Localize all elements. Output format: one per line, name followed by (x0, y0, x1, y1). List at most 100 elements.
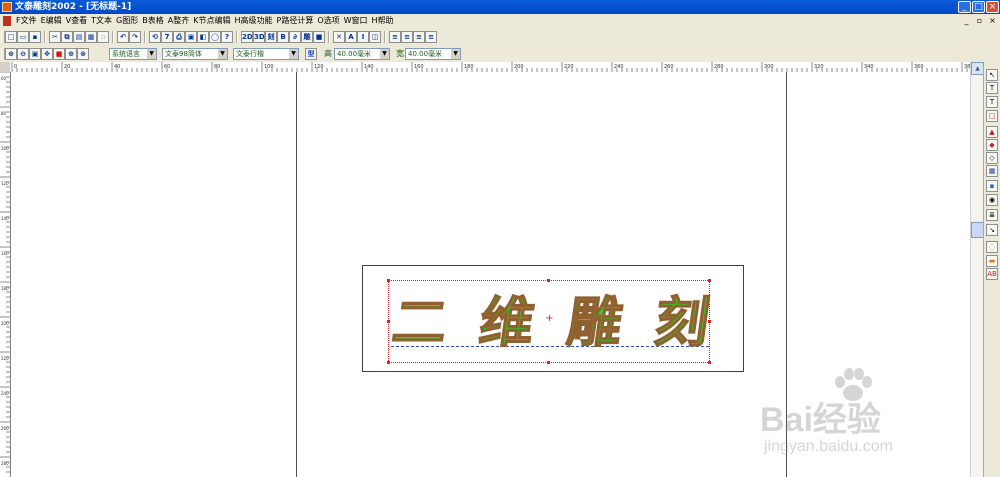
three-d-icon[interactable]: 3D (253, 31, 265, 43)
vertical-ruler[interactable]: 60 80 100 120 140 160 180 200 220 240 260 280 (0, 72, 11, 477)
text-tool-icon[interactable]: T (986, 82, 998, 94)
frame-icon[interactable]: ◫ (369, 31, 381, 43)
justify-icon[interactable]: ≡ (425, 31, 437, 43)
selection-handle[interactable] (387, 279, 390, 282)
selection-handle[interactable] (708, 279, 711, 282)
text-a-icon[interactable]: A (345, 31, 357, 43)
menu-item[interactable]: T文本 (89, 14, 114, 28)
rotate-icon[interactable]: ⟲ (149, 31, 161, 43)
menu-item[interactable]: E编辑 (39, 14, 64, 28)
menu-item[interactable]: P路径计算 (275, 14, 316, 28)
undo-icon[interactable]: ↶ (117, 31, 129, 43)
minimize-button[interactable]: _ (958, 1, 971, 13)
align-right-icon[interactable]: ≡ (413, 31, 425, 43)
arrow-select-icon[interactable]: ↖ (986, 69, 998, 81)
font-select[interactable]: 文泰98简体 ▼ (162, 48, 228, 60)
node-tool-icon[interactable]: ↘ (986, 224, 998, 236)
zoom-out-icon[interactable]: ⊖ (17, 48, 29, 60)
carve-icon[interactable]: 雕 (301, 31, 313, 43)
selection-handle[interactable] (708, 361, 711, 364)
italic-icon[interactable]: I (357, 31, 369, 43)
menu-item[interactable]: K节点编辑 (191, 14, 232, 28)
menu-item[interactable]: W窗口 (342, 14, 370, 28)
cut-icon[interactable]: ✂ (49, 31, 61, 43)
redo-icon[interactable]: ↷ (129, 31, 141, 43)
selection-handle[interactable] (387, 320, 390, 323)
zoom-select-icon[interactable]: ⊕ (65, 48, 77, 60)
menu-item[interactable]: O选项 (315, 14, 341, 28)
paste-icon[interactable]: ▤ (73, 31, 85, 43)
vertical-scrollbar[interactable]: ▲ (970, 62, 984, 477)
chevron-down-icon[interactable]: ▼ (147, 49, 156, 59)
zoom-in-icon[interactable]: ⊕ (5, 48, 17, 60)
open-icon[interactable]: ▭ (17, 31, 29, 43)
shape-tool-icon[interactable]: ◇ (986, 152, 998, 164)
menu-item[interactable]: H高级功能 (232, 14, 274, 28)
width-input[interactable]: 40.00毫米 ▼ (405, 48, 461, 60)
zoom-page-icon[interactable]: ▣ (29, 48, 41, 60)
seven-icon[interactable]: 7 (161, 31, 173, 43)
engrave-icon[interactable]: 刻 (265, 31, 277, 43)
shapes-icon[interactable]: ■ (313, 31, 325, 43)
pan-icon[interactable]: ✥ (41, 48, 53, 60)
menu-item[interactable]: A整齐 (166, 14, 191, 28)
menu-item[interactable]: H帮助 (370, 14, 396, 28)
grid-icon[interactable]: ▦ (85, 31, 97, 43)
effects-icon[interactable]: ◉ (986, 194, 998, 206)
new-icon[interactable]: □ (5, 31, 17, 43)
vertical-text-icon[interactable]: T (986, 96, 998, 108)
rotation-center-mark[interactable]: + (545, 314, 554, 324)
bulb-icon[interactable]: ◯ (209, 31, 221, 43)
paint-fill-icon[interactable]: ▲ (986, 126, 998, 138)
language-select[interactable]: 系统语言 ▼ (109, 48, 157, 60)
menu-item[interactable]: G图形 (114, 14, 140, 28)
chevron-down-icon[interactable]: ▼ (451, 49, 460, 59)
rectangle-tool-icon[interactable]: □ (986, 110, 998, 122)
disabled-icon[interactable]: ▫ (97, 31, 109, 43)
height-input[interactable]: 40.00毫米 ▼ (334, 48, 390, 60)
mdi-close-button[interactable]: × (988, 16, 997, 26)
fill-color-icon[interactable]: ◆ (986, 139, 998, 151)
path-icon[interactable]: ∂ (289, 31, 301, 43)
align-center-icon[interactable]: ≡ (401, 31, 413, 43)
selection-handle[interactable] (547, 279, 550, 282)
document-icon[interactable] (3, 16, 11, 26)
copy-icon[interactable]: ⧉ (61, 31, 73, 43)
text-format-icon[interactable]: 型 (305, 48, 317, 60)
ab-text-icon[interactable]: AB (986, 268, 998, 280)
toolbar-separator (112, 31, 114, 43)
zoom-fit-icon[interactable]: ⊗ (77, 48, 89, 60)
menu-item[interactable]: B表格 (140, 14, 166, 28)
watermark-url: jingyan.baidu.com (764, 438, 893, 455)
maximize-button[interactable]: □ (972, 1, 985, 13)
mask-tool-icon[interactable]: ▬ (986, 255, 998, 267)
color-fill-icon[interactable]: ■ (53, 48, 65, 60)
table-tool-icon[interactable]: ▦ (986, 165, 998, 177)
chevron-down-icon[interactable]: ▼ (289, 49, 298, 59)
cross-icon[interactable]: ✕ (333, 31, 345, 43)
disabled-tool-icon[interactable]: ◌ (986, 241, 998, 253)
chevron-down-icon[interactable]: ▼ (380, 49, 389, 59)
ruler-label: 180 (464, 64, 474, 70)
menu-item[interactable]: F文件 (14, 14, 39, 28)
font-style-select[interactable]: 文泰行楷 ▼ (233, 48, 299, 60)
help-icon[interactable]: ? (221, 31, 233, 43)
selection-handle[interactable] (387, 361, 390, 364)
preview-icon[interactable]: ▣ (185, 31, 197, 43)
selection-handle[interactable] (547, 361, 550, 364)
list-tool-icon[interactable]: ≣ (986, 209, 998, 221)
chevron-down-icon[interactable]: ▼ (218, 49, 227, 59)
align-left-icon[interactable]: ≡ (389, 31, 401, 43)
save-icon[interactable]: ▪ (29, 31, 41, 43)
print-icon[interactable]: ⎙ (173, 31, 185, 43)
ruler-label: 160 (1, 251, 9, 256)
close-button[interactable]: × (986, 1, 999, 13)
b-mode-icon[interactable]: B (277, 31, 289, 43)
palette-icon[interactable]: ▪ (986, 180, 998, 192)
export-icon[interactable]: ◧ (197, 31, 209, 43)
menu-item[interactable]: V查看 (64, 14, 89, 28)
two-d-icon[interactable]: 2D (241, 31, 253, 43)
ruler-label: 280 (714, 64, 724, 70)
mdi-restore-button[interactable]: ▫ (975, 16, 984, 26)
mdi-minimize-button[interactable]: _ (962, 16, 971, 26)
